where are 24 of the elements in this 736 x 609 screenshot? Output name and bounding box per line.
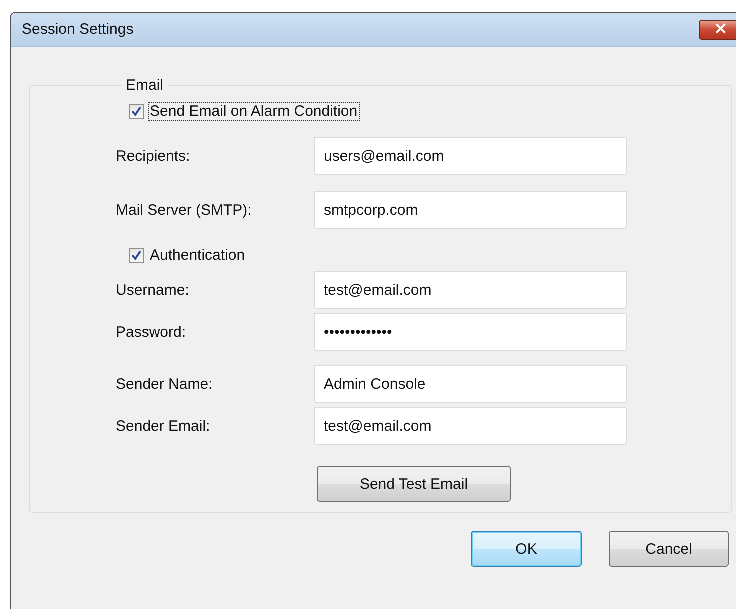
dialog-button[interactable]: OK <box>471 531 582 567</box>
field-label: Recipients: <box>116 148 192 164</box>
send-test-button[interactable]: Send Test Email <box>317 466 511 502</box>
checkbox-label[interactable]: Authentication <box>148 246 248 264</box>
checkbox-label[interactable]: Send Email on Alarm Condition <box>148 102 360 120</box>
window-title: Session Settings <box>22 21 134 38</box>
input-field[interactable]: ••••••••••••• <box>314 313 627 351</box>
input-field[interactable]: users@email.com <box>314 137 627 175</box>
checkbox[interactable] <box>129 248 144 262</box>
group-title: Email <box>125 77 165 94</box>
field-label: Sender Name: <box>116 376 214 392</box>
check-icon <box>131 250 142 260</box>
input-field[interactable]: Admin Console <box>314 365 627 403</box>
field-label: Password: <box>116 324 188 340</box>
close-button[interactable]: × <box>699 20 736 40</box>
input-field[interactable]: test@email.com <box>314 407 627 445</box>
checkbox[interactable] <box>129 104 144 118</box>
check-icon <box>131 106 142 116</box>
dialog-button[interactable]: Cancel <box>609 531 729 567</box>
input-field[interactable]: smtpcorp.com <box>314 191 627 229</box>
field-label: Sender Email: <box>116 418 212 434</box>
input-field[interactable]: test@email.com <box>314 271 627 309</box>
field-label: Mail Server (SMTP): <box>116 202 253 218</box>
field-label: Username: <box>116 282 190 298</box>
